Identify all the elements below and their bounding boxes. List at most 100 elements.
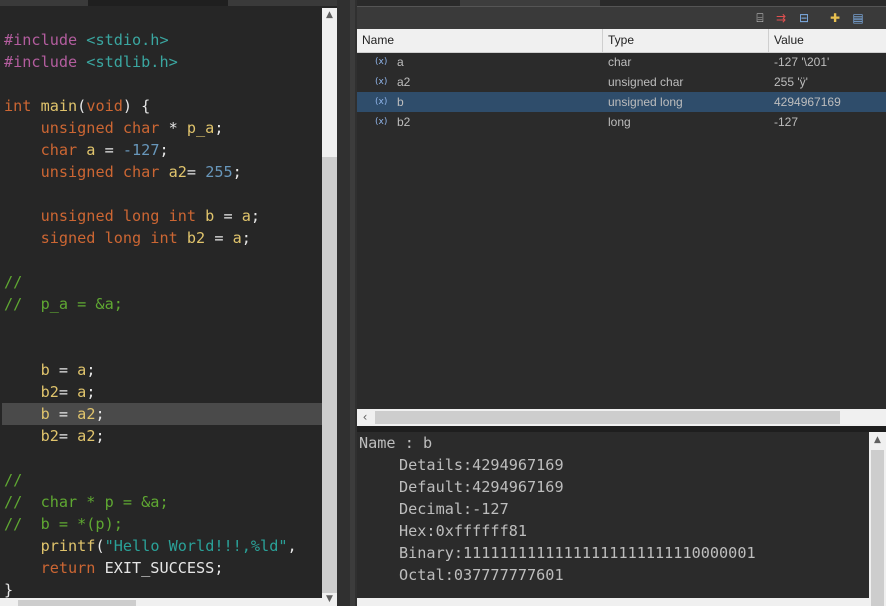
collapse-all-icon[interactable]: ⊟ <box>796 10 812 26</box>
variable-icon: (x) <box>375 97 388 107</box>
code-line[interactable]: #include <stdio.h> <box>4 29 169 51</box>
variable-row[interactable]: (x) b2 long -127 <box>357 112 886 132</box>
code-token: ; <box>232 163 242 181</box>
code-token: ; <box>95 427 105 445</box>
code-line[interactable]: b2= a; <box>4 381 96 403</box>
details-title: Name : b <box>359 434 433 452</box>
code-token: unsigned char <box>40 119 160 137</box>
variables-tab[interactable] <box>460 0 600 6</box>
code-token: signed long int <box>40 229 187 247</box>
variable-icon: (x) <box>375 117 388 127</box>
details-line: Octal:037777777601 <box>399 566 564 584</box>
code-token: b2 <box>40 383 59 401</box>
code-line[interactable]: // <box>4 271 22 293</box>
code-line[interactable]: #include <stdlib.h> <box>4 51 178 73</box>
details-vertical-scroll-thumb[interactable] <box>871 450 884 606</box>
code-token: , <box>287 537 297 555</box>
code-line[interactable]: // b = *(p); <box>4 513 123 535</box>
code-token: b <box>40 405 50 423</box>
code-token: a2 <box>168 163 187 181</box>
details-line: Details:4294967169 <box>399 456 564 474</box>
column-header-value[interactable]: Value <box>769 29 886 52</box>
code-token: // <box>4 471 23 489</box>
variable-value: 4294967169 <box>774 95 841 109</box>
code-token: // p_a = &a; <box>4 295 123 313</box>
variable-row[interactable]: (x) a char -127 '\201' <box>357 52 886 72</box>
code-line[interactable]: int main(void) { <box>4 95 150 117</box>
code-line[interactable]: return EXIT_SUCCESS; <box>4 557 224 579</box>
show-type-names-icon[interactable]: ⌸ <box>752 10 768 26</box>
code-line[interactable]: // p_a = &a; <box>4 293 123 315</box>
code-token: char <box>40 141 87 159</box>
code-token: b <box>40 361 50 379</box>
code-line[interactable]: unsigned char * p_a; <box>4 117 224 139</box>
code-token: a2 <box>77 405 96 423</box>
code-token: ( <box>95 537 105 555</box>
variable-value: -127 '\201' <box>774 55 830 69</box>
code-line[interactable]: unsigned char a2= 255; <box>4 161 242 183</box>
code-token: a <box>241 207 251 225</box>
code-token: // <box>4 273 23 291</box>
code-token: ; <box>95 405 105 423</box>
show-logical-structure-icon[interactable]: ⇉ <box>773 10 789 26</box>
code-token: ) { <box>122 97 151 115</box>
code-line[interactable]: // char * p = &a; <box>4 491 169 513</box>
scroll-up-arrow-icon[interactable]: ▲ <box>322 8 337 22</box>
code-token: = <box>58 383 78 401</box>
scroll-down-arrow-icon[interactable]: ▼ <box>322 593 337 606</box>
open-view-menu-icon[interactable]: ▤ <box>850 10 866 26</box>
code-token: * <box>159 119 187 137</box>
code-line[interactable]: b = a; <box>4 359 96 381</box>
code-token: -127 <box>122 141 160 159</box>
code-token: a2 <box>77 427 96 445</box>
code-line[interactable]: unsigned long int b = a; <box>4 205 261 227</box>
variable-value: 255 'ÿ' <box>774 75 808 89</box>
variables-table-header: Name Type Value <box>357 29 886 53</box>
code-token: return <box>40 559 105 577</box>
code-token: a <box>77 383 87 401</box>
variables-toolbar: ⌸ ⇉ ⊟ ✚ ▤ <box>357 7 886 29</box>
details-line: Decimal:-127 <box>399 500 509 518</box>
code-line[interactable]: // <box>4 469 22 491</box>
code-token: 255 <box>205 163 233 181</box>
scroll-left-arrow-icon[interactable]: ‹ <box>357 409 373 426</box>
code-token: <stdlib.h> <box>86 53 178 71</box>
code-token: = <box>214 207 242 225</box>
variable-row[interactable]: (x) a2 unsigned char 255 'ÿ' <box>357 72 886 92</box>
variable-type: unsigned char <box>608 75 684 89</box>
code-token: } <box>4 581 14 599</box>
code-token: = <box>49 405 78 423</box>
code-token: ; <box>86 361 96 379</box>
column-header-type[interactable]: Type <box>603 29 769 52</box>
code-token: ; <box>214 119 224 137</box>
editor-horizontal-scroll-thumb[interactable] <box>18 600 136 606</box>
scroll-up-arrow-icon[interactable]: ▲ <box>869 432 886 448</box>
code-token: b2 <box>40 427 59 445</box>
current-code-line[interactable]: b = a2; <box>2 403 322 425</box>
code-line[interactable]: char a = -127; <box>4 139 169 161</box>
editor-vertical-scroll-thumb[interactable] <box>322 157 337 598</box>
code-token: main <box>40 97 78 115</box>
add-watch-icon[interactable]: ✚ <box>827 10 843 26</box>
code-line[interactable]: printf("Hello World!!!,%ld", <box>4 535 297 557</box>
variable-type: long <box>608 115 631 129</box>
code-line[interactable]: b2= a2; <box>4 425 105 447</box>
code-token: b <box>205 207 215 225</box>
details-horizontal-scrollbar[interactable] <box>357 598 869 606</box>
view-separator[interactable] <box>337 0 357 606</box>
column-header-name[interactable]: Name <box>357 29 603 52</box>
code-token: = <box>95 141 123 159</box>
variable-details-pane[interactable]: Name : b Details:4294967169 Default:42949… <box>357 432 869 606</box>
code-line[interactable]: signed long int b2 = a; <box>4 227 251 249</box>
variable-row[interactable]: (x) b unsigned long 4294967169 <box>357 92 886 112</box>
variables-tab-strip <box>357 0 886 7</box>
editor-active-tab[interactable] <box>88 0 228 6</box>
code-token: int <box>4 97 41 115</box>
variables-horizontal-scroll-thumb[interactable] <box>375 411 840 424</box>
